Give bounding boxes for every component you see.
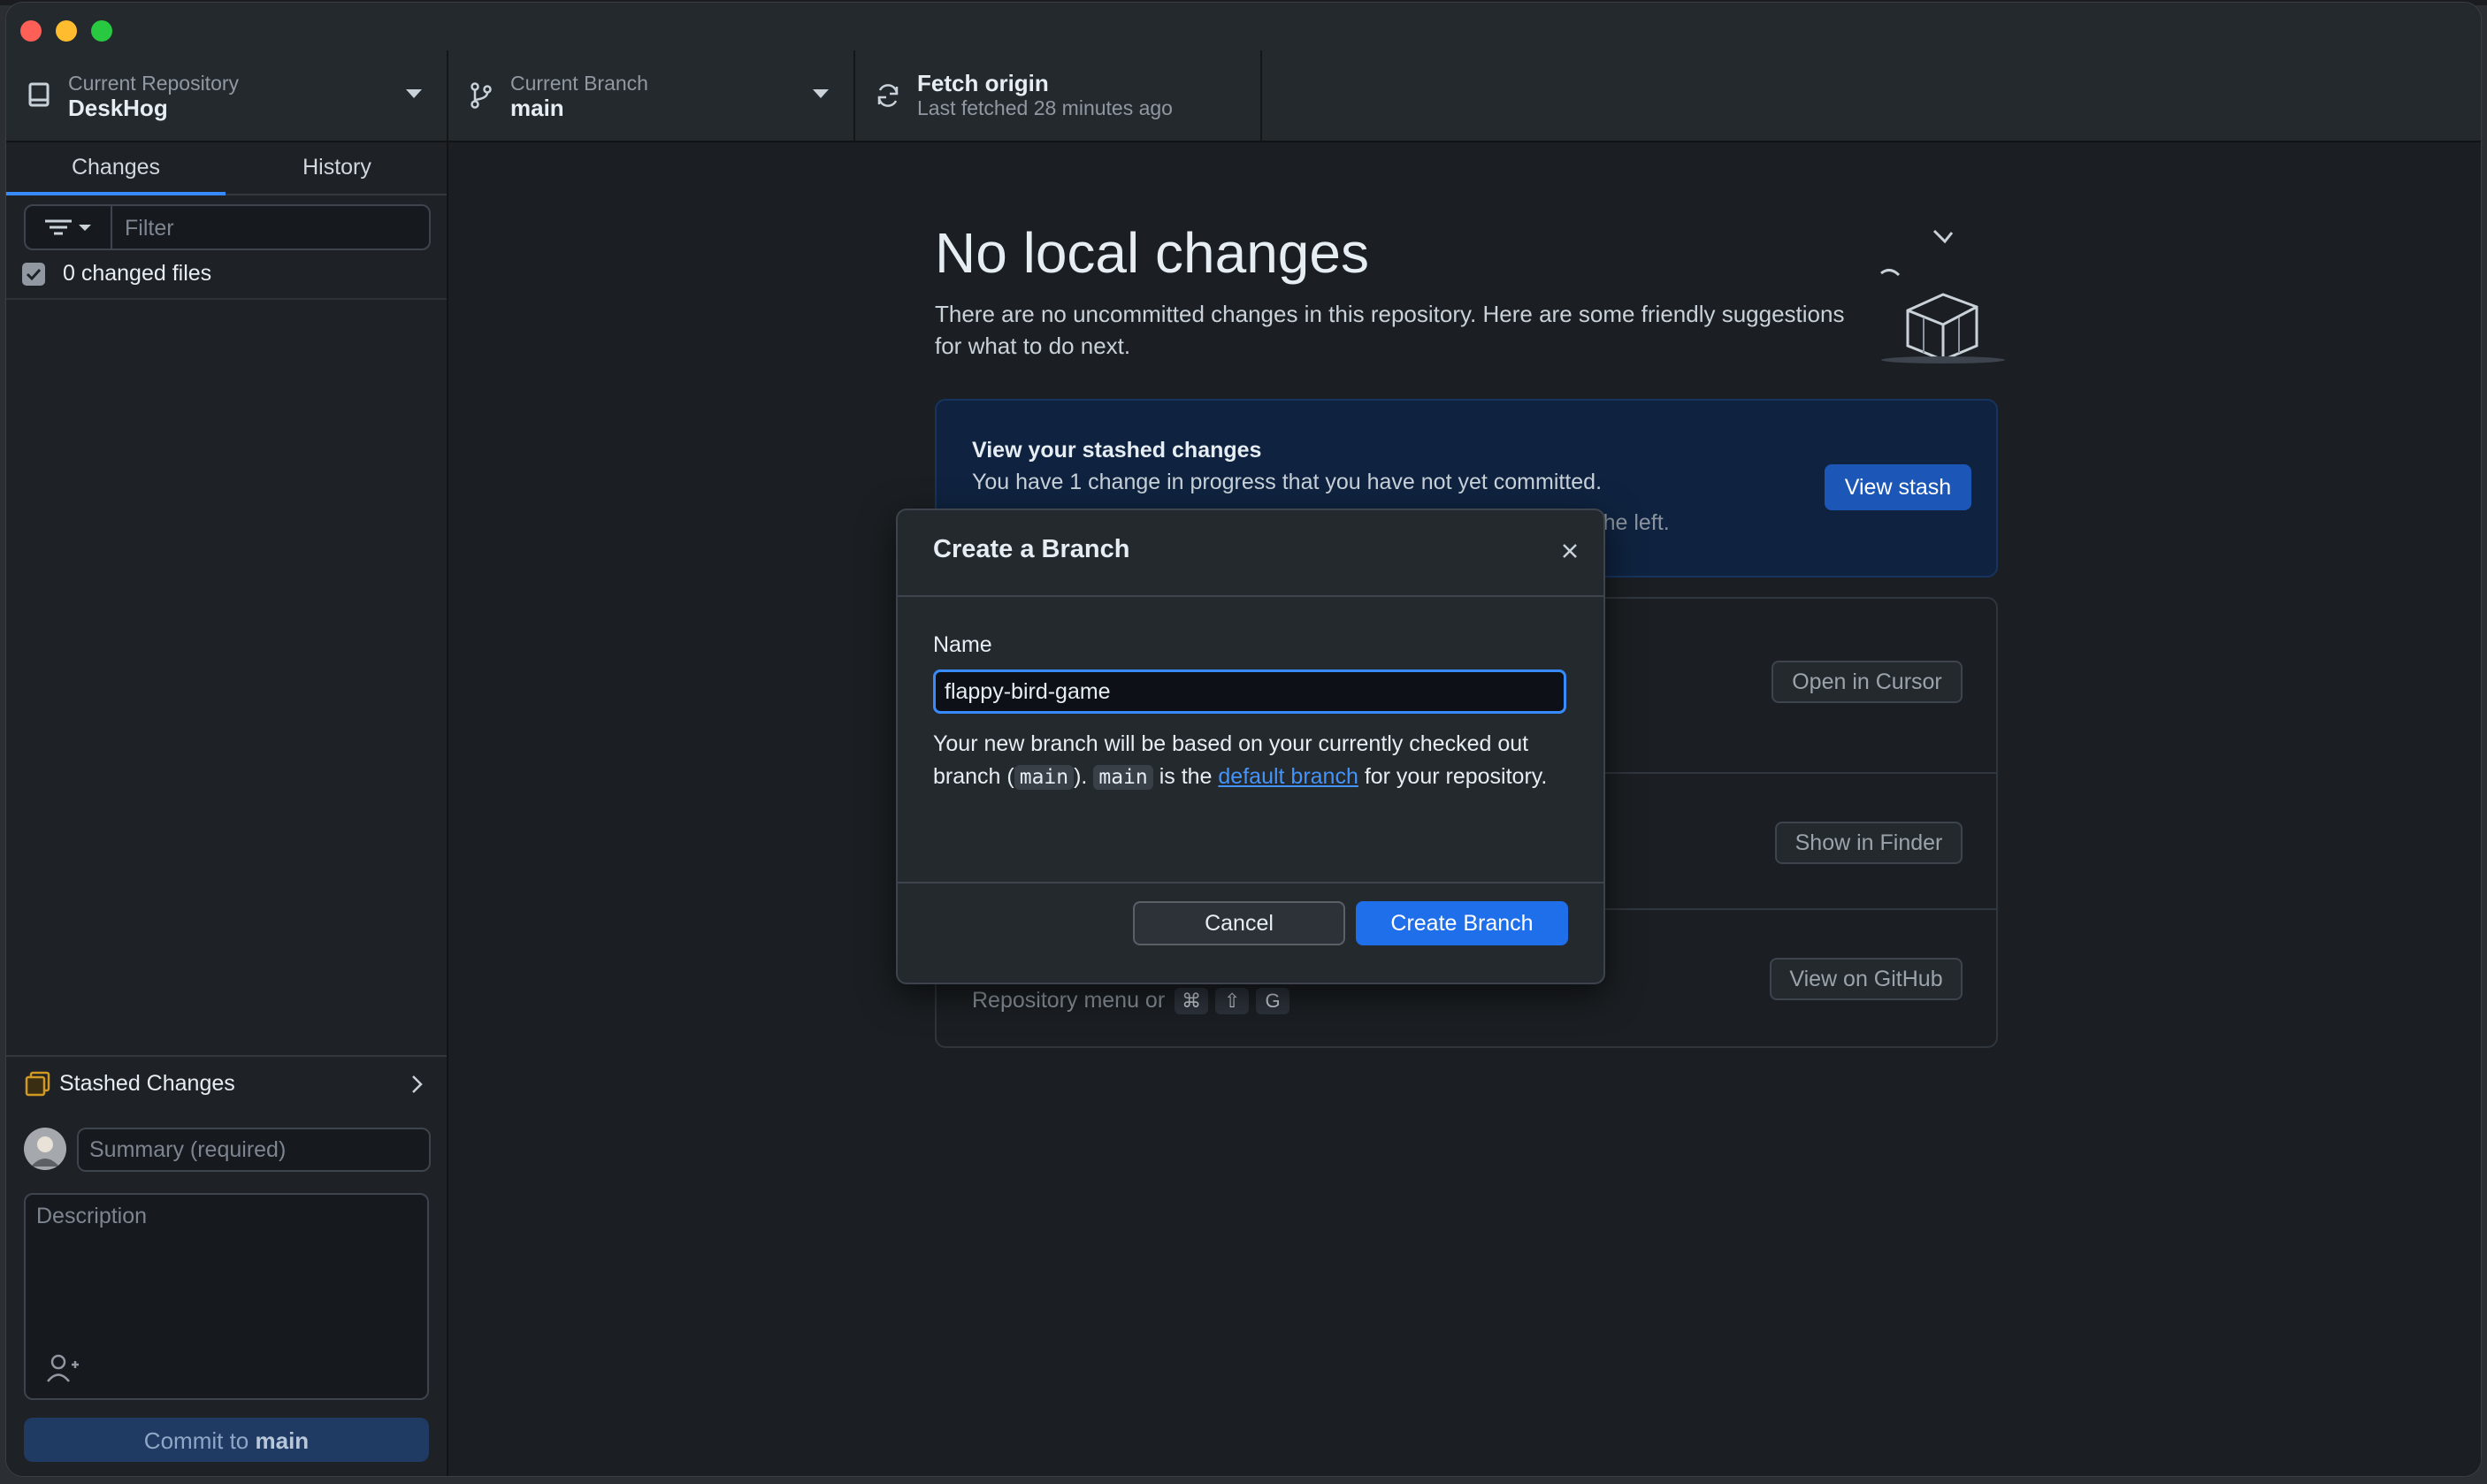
- stashed-changes-label: Stashed Changes: [59, 1071, 235, 1096]
- avatar: [24, 1128, 66, 1170]
- desc-text: for your repository.: [1364, 764, 1548, 789]
- repository-name: DeskHog: [68, 95, 168, 121]
- chevron-down-icon: [406, 89, 422, 98]
- sync-icon: [877, 84, 899, 107]
- add-coauthor-icon[interactable]: [45, 1352, 80, 1384]
- filter-icon: [45, 219, 91, 235]
- cancel-button[interactable]: Cancel: [1133, 901, 1345, 945]
- zoom-window-button[interactable]: [91, 20, 112, 42]
- page-subtitle: There are no uncommitted changes in this…: [935, 301, 1845, 359]
- tab-history[interactable]: History: [227, 142, 447, 192]
- chevron-down-icon: [813, 89, 829, 98]
- branch-icon: [471, 82, 492, 109]
- repository-label: Current Repository: [68, 72, 240, 95]
- dialog-header: Create a Branch: [898, 510, 1603, 597]
- description-box: [24, 1193, 429, 1400]
- branch-name: main: [510, 95, 564, 121]
- stash-card-title: View your stashed changes: [972, 438, 1262, 463]
- filter-options-button[interactable]: [26, 206, 112, 249]
- fetch-status: Last fetched 28 minutes ago: [917, 96, 1173, 119]
- shift-key: ⇧: [1215, 988, 1250, 1014]
- tab-changes[interactable]: Changes: [6, 142, 226, 195]
- toolbar: Current Repository DeskHog Current Branc…: [6, 50, 2481, 142]
- filter-row: [24, 204, 431, 250]
- create-branch-button[interactable]: Create Branch: [1356, 901, 1568, 945]
- fetch-label: Fetch origin: [917, 70, 1049, 96]
- close-icon[interactable]: [1552, 533, 1588, 569]
- name-label: Name: [933, 632, 992, 657]
- empty-state-illustration: [1880, 229, 2005, 363]
- sidebar: Changes History 0 changed files: [6, 142, 448, 1476]
- branch-name-input[interactable]: [933, 669, 1566, 714]
- view-stash-button[interactable]: View stash: [1825, 464, 1971, 510]
- menu-hint: Repository menu or ⌘ ⇧ G: [972, 988, 1293, 1014]
- sidebar-tabs: Changes History: [6, 142, 447, 195]
- select-all-checkbox[interactable]: [22, 263, 45, 286]
- branch-label: Current Branch: [510, 72, 648, 95]
- dialog-body: Name Your new branch will be based on yo…: [898, 597, 1603, 884]
- stash-icon: [25, 1071, 50, 1097]
- default-branch-link[interactable]: default branch: [1218, 764, 1358, 789]
- show-in-finder-button[interactable]: Show in Finder: [1775, 822, 1963, 864]
- menu-hint-text: Repository menu or: [972, 988, 1166, 1013]
- desc-text: is the: [1159, 764, 1213, 789]
- close-window-button[interactable]: [20, 20, 42, 42]
- changed-files-count: 0 changed files: [63, 261, 212, 286]
- chevron-right-icon: [412, 1075, 423, 1093]
- fetch-origin-button[interactable]: Fetch origin Last fetched 28 minutes ago: [855, 50, 1262, 141]
- summary-input[interactable]: [77, 1128, 431, 1172]
- create-branch-dialog: Create a Branch Name Your new branch wil…: [896, 509, 1605, 984]
- commit-prefix: Commit to: [143, 1427, 249, 1454]
- filter-input[interactable]: [123, 206, 427, 250]
- view-on-github-button[interactable]: View on GitHub: [1770, 958, 1963, 1000]
- description-input[interactable]: [34, 1202, 418, 1338]
- changed-files-row: 0 changed files: [22, 257, 429, 293]
- stash-card-description: You have 1 change in progress that you h…: [972, 470, 1603, 494]
- stashed-changes-button[interactable]: Stashed Changes: [6, 1055, 447, 1110]
- command-key: ⌘: [1175, 988, 1209, 1014]
- current-repository-button[interactable]: Current Repository DeskHog: [6, 50, 448, 141]
- minimize-window-button[interactable]: [56, 20, 77, 42]
- open-in-editor-button[interactable]: Open in Cursor: [1772, 661, 1963, 703]
- commit-branch: main: [255, 1427, 310, 1454]
- repo-icon: [28, 82, 50, 107]
- check-icon: [26, 268, 42, 281]
- page-title: No local changes: [935, 221, 1369, 285]
- current-branch-button[interactable]: Current Branch main: [448, 50, 855, 141]
- dialog-title: Create a Branch: [933, 535, 1130, 563]
- g-key: G: [1256, 988, 1290, 1014]
- code-main: main: [1093, 765, 1153, 790]
- divider: [6, 298, 447, 300]
- commit-button[interactable]: Commit to main: [24, 1418, 429, 1462]
- dialog-description: Your new branch will be based on your cu…: [933, 728, 1570, 794]
- code-main: main: [1014, 765, 1075, 790]
- title-bar: [6, 3, 2481, 51]
- desc-text: ).: [1074, 764, 1088, 789]
- app-window: Current Repository DeskHog Current Branc…: [5, 2, 2482, 1477]
